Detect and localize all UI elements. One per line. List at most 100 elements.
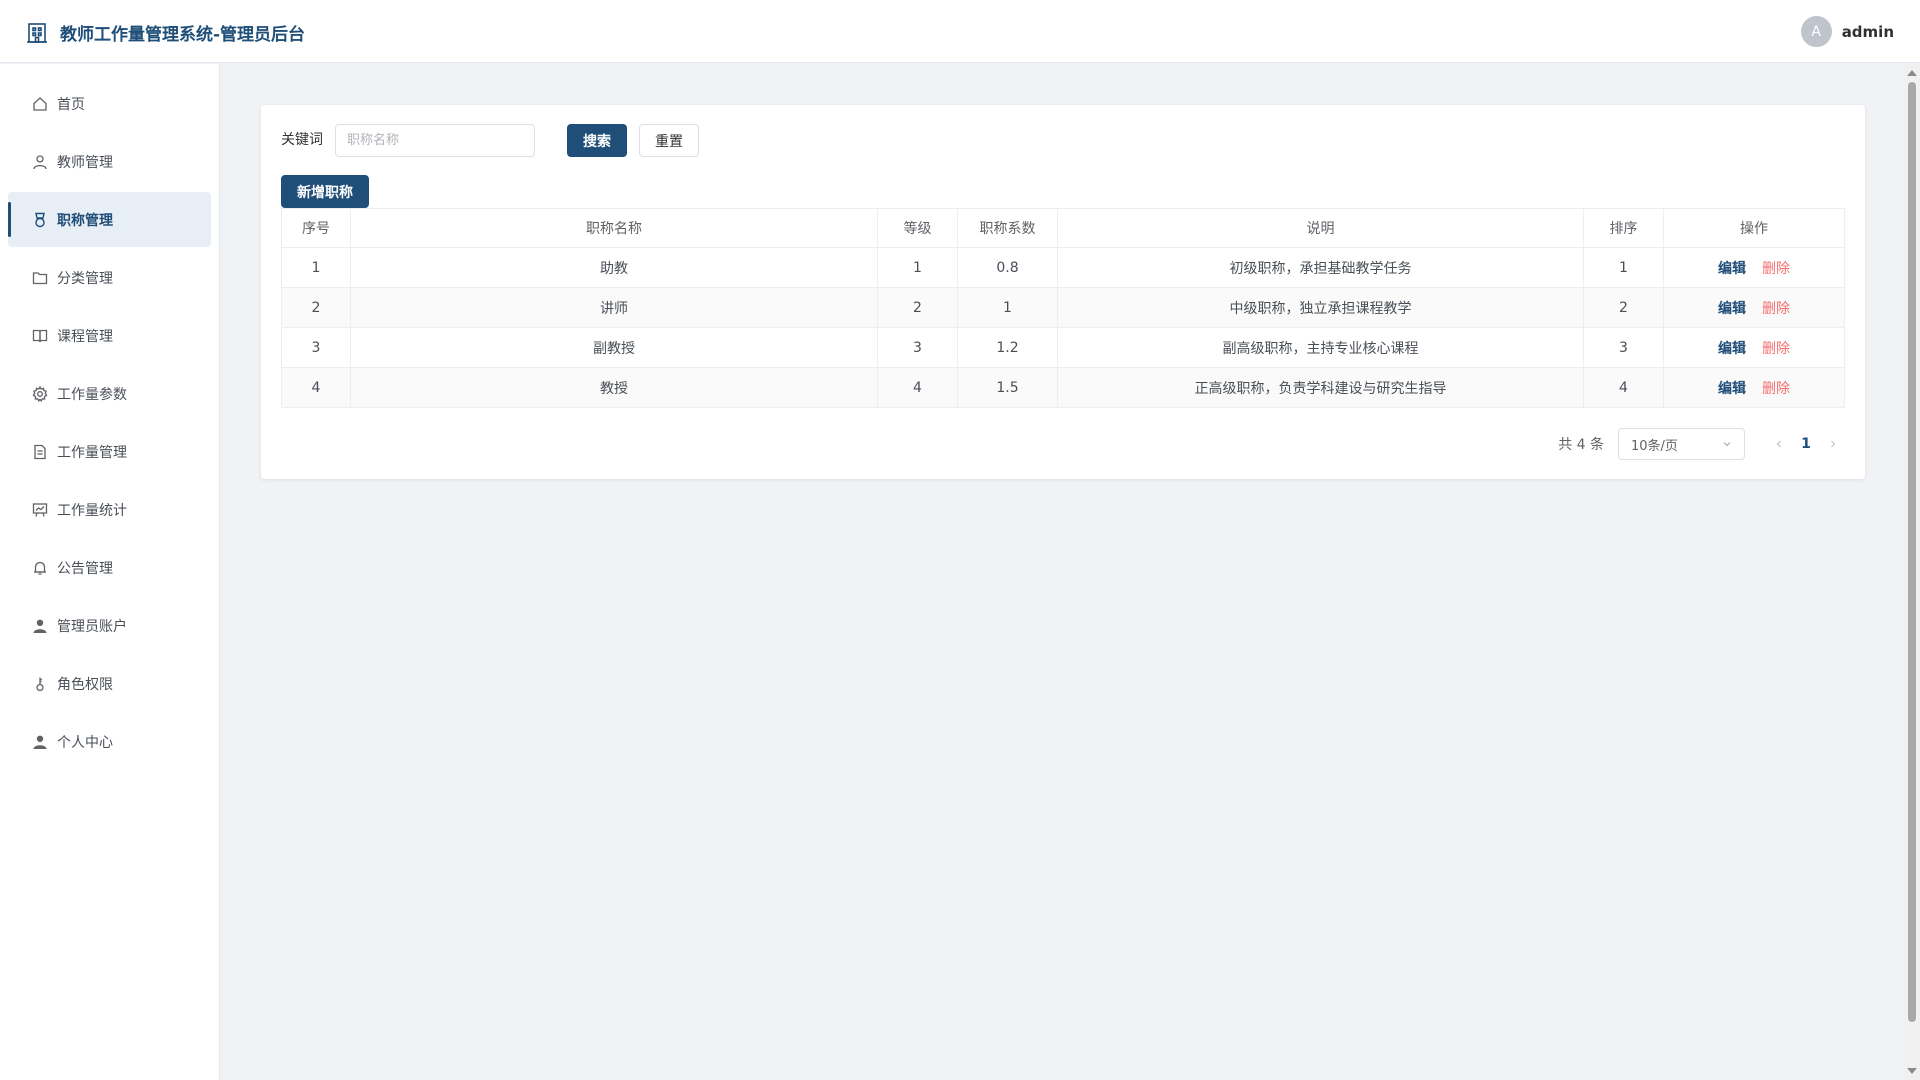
- table-row: 1 助教 1 0.8 初级职称，承担基础教学任务 1 编辑 删除: [281, 247, 1845, 288]
- sidebar-item-admin-accounts[interactable]: 管理员账户: [8, 598, 211, 653]
- sidebar-item-label: 个人中心: [57, 734, 113, 751]
- username[interactable]: admin: [1842, 23, 1894, 41]
- column-header-coefficient: 职称系数: [957, 208, 1058, 248]
- add-title-button[interactable]: 新增职称: [281, 175, 369, 208]
- cell-coefficient: 0.8: [957, 247, 1058, 288]
- user-filled-icon: [33, 619, 47, 633]
- sidebar-item-profile[interactable]: 个人中心: [8, 714, 211, 769]
- keyword-input[interactable]: [335, 124, 535, 157]
- delete-link[interactable]: 删除: [1762, 341, 1790, 357]
- sidebar-item-categories[interactable]: 分类管理: [8, 250, 211, 305]
- sidebar-item-label: 教师管理: [57, 154, 113, 171]
- chevron-left-icon: [1776, 440, 1781, 448]
- building-icon: [27, 22, 47, 43]
- chevron-right-icon: [1831, 440, 1836, 448]
- content-card: 关键词 搜索 重置 新增职称 序号 职称名称 等级 职称系数 说明 排序 操作: [261, 105, 1865, 479]
- scroll-up-arrow-icon[interactable]: [1907, 70, 1917, 76]
- cell-index: 4: [281, 367, 351, 408]
- column-header-index: 序号: [281, 208, 351, 248]
- sidebar-item-label: 公告管理: [57, 560, 113, 577]
- page-scrollbar[interactable]: [1903, 64, 1920, 1080]
- home-icon: [33, 96, 47, 111]
- next-page-button[interactable]: [1821, 432, 1845, 456]
- pagination: 共 4 条 10条/页 1: [1558, 428, 1845, 460]
- page-size-value: 10条/页: [1631, 438, 1678, 454]
- avatar[interactable]: A: [1800, 16, 1832, 47]
- cell-level: 3: [877, 327, 958, 368]
- cell-coefficient: 1.5: [957, 367, 1058, 408]
- delete-link[interactable]: 删除: [1762, 261, 1790, 277]
- book-icon: [32, 329, 48, 342]
- sidebar-item-workload-manage[interactable]: 工作量管理: [8, 424, 211, 479]
- sidebar-item-workload-params[interactable]: 工作量参数: [8, 366, 211, 421]
- edit-link[interactable]: 编辑: [1718, 341, 1746, 357]
- delete-link[interactable]: 删除: [1762, 381, 1790, 397]
- sidebar-item-courses[interactable]: 课程管理: [8, 308, 211, 363]
- edit-link[interactable]: 编辑: [1718, 301, 1746, 317]
- table-row: 2 讲师 2 1 中级职称，独立承担课程教学 2 编辑 删除: [281, 287, 1845, 328]
- column-header-level: 等级: [877, 208, 958, 248]
- cell-description: 中级职称，独立承担课程教学: [1057, 287, 1584, 328]
- edit-link[interactable]: 编辑: [1718, 381, 1746, 397]
- app-title: 教师工作量管理系统-管理员后台: [60, 25, 306, 45]
- cell-actions: 编辑 删除: [1663, 287, 1845, 328]
- scroll-thumb[interactable]: [1908, 82, 1916, 1022]
- cell-name: 副教授: [350, 327, 878, 368]
- keyword-label: 关键词: [281, 132, 323, 148]
- brand: 教师工作量管理系统-管理员后台: [26, 20, 305, 45]
- sidebar: 首页 教师管理 职称管理 分类管理 课程管理 工作量参数 工作量管理 工作量统计…: [0, 64, 220, 1080]
- cell-order: 1: [1583, 247, 1664, 288]
- sidebar-item-workload-stats[interactable]: 工作量统计: [8, 482, 211, 537]
- table-row: 3 副教授 3 1.2 副高级职称，主持专业核心课程 3 编辑 删除: [281, 327, 1845, 368]
- cell-name: 教授: [350, 367, 878, 408]
- cell-coefficient: 1.2: [957, 327, 1058, 368]
- sidebar-item-label: 课程管理: [57, 328, 113, 345]
- cell-level: 4: [877, 367, 958, 408]
- cell-name: 助教: [350, 247, 878, 288]
- cell-actions: 编辑 删除: [1663, 327, 1845, 368]
- cell-coefficient: 1: [957, 287, 1058, 328]
- total-count: 共 4 条: [1558, 437, 1604, 453]
- cell-order: 3: [1583, 327, 1664, 368]
- column-header-description: 说明: [1057, 208, 1584, 248]
- sidebar-item-label: 工作量管理: [57, 444, 127, 461]
- prev-page-button[interactable]: [1767, 432, 1791, 456]
- search-button[interactable]: 搜索: [567, 124, 627, 157]
- sidebar-item-announcements[interactable]: 公告管理: [8, 540, 211, 595]
- sidebar-item-role-permissions[interactable]: 角色权限: [8, 656, 211, 711]
- cell-level: 1: [877, 247, 958, 288]
- sidebar-item-label: 管理员账户: [57, 618, 127, 635]
- sidebar-item-label: 角色权限: [57, 676, 113, 693]
- sidebar-item-label: 首页: [57, 96, 85, 113]
- cell-actions: 编辑 删除: [1663, 247, 1845, 288]
- table-header-row: 序号 职称名称 等级 职称系数 说明 排序 操作: [281, 208, 1845, 248]
- cell-name: 讲师: [350, 287, 878, 328]
- cell-index: 1: [281, 247, 351, 288]
- sidebar-item-label: 工作量统计: [57, 502, 127, 519]
- sidebar-item-teachers[interactable]: 教师管理: [8, 134, 211, 189]
- cell-description: 正高级职称，负责学科建设与研究生指导: [1057, 367, 1584, 408]
- page-size-select[interactable]: 10条/页: [1618, 428, 1745, 460]
- scroll-down-arrow-icon[interactable]: [1907, 1068, 1917, 1074]
- user-menu[interactable]: A admin: [1800, 16, 1894, 47]
- column-header-order: 排序: [1583, 208, 1664, 248]
- edit-link[interactable]: 编辑: [1718, 261, 1746, 277]
- medal-icon: [35, 212, 45, 227]
- reset-button[interactable]: 重置: [639, 124, 699, 157]
- sidebar-item-titles[interactable]: 职称管理: [8, 192, 211, 247]
- cell-level: 2: [877, 287, 958, 328]
- key-icon: [36, 677, 44, 691]
- column-header-name: 职称名称: [350, 208, 878, 248]
- cell-description: 初级职称，承担基础教学任务: [1057, 247, 1584, 288]
- bell-icon: [34, 561, 46, 575]
- top-header: 教师工作量管理系统-管理员后台 A admin: [0, 0, 1920, 63]
- sidebar-item-home[interactable]: 首页: [8, 76, 211, 131]
- folder-icon: [32, 271, 48, 284]
- chart-icon: [32, 502, 48, 517]
- cell-order: 4: [1583, 367, 1664, 408]
- page-number-current[interactable]: 1: [1791, 436, 1821, 452]
- delete-link[interactable]: 删除: [1762, 301, 1790, 317]
- cell-index: 3: [281, 327, 351, 368]
- table-row: 4 教授 4 1.5 正高级职称，负责学科建设与研究生指导 4 编辑 删除: [281, 367, 1845, 408]
- sidebar-item-label: 分类管理: [57, 270, 113, 287]
